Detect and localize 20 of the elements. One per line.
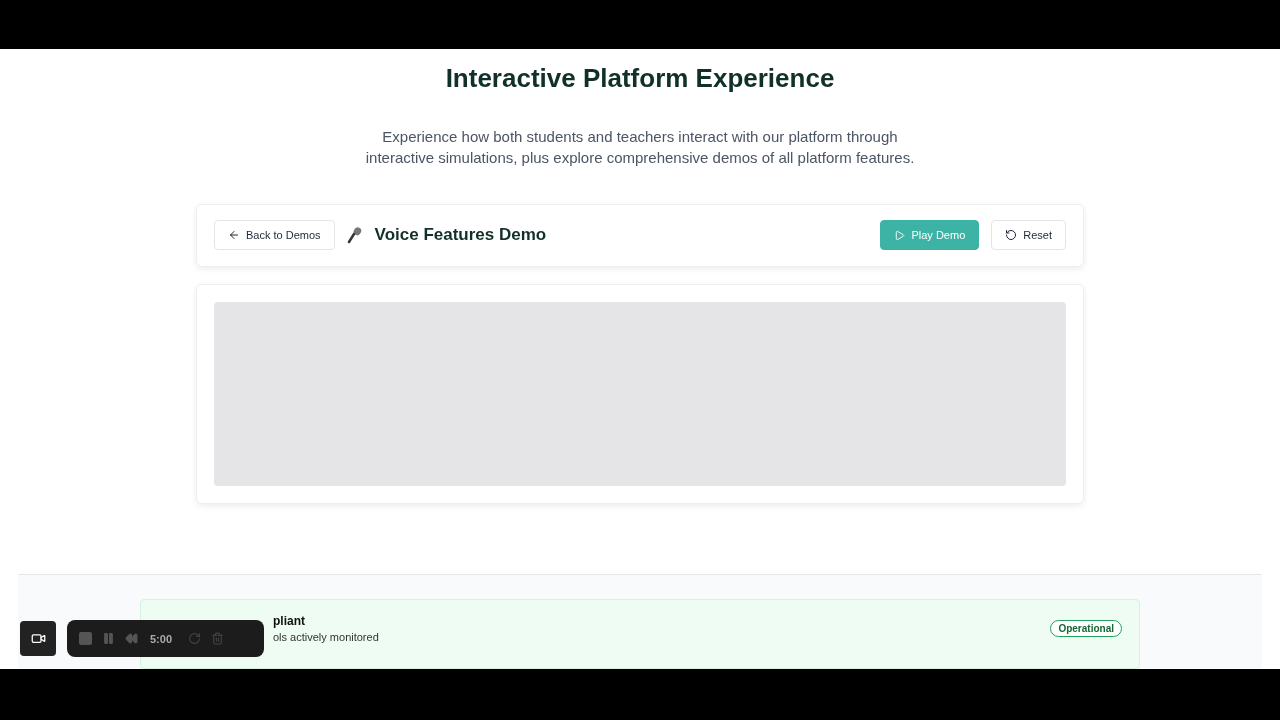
camera-button[interactable] [20, 621, 56, 656]
reset-icon [1005, 229, 1018, 242]
video-camera-icon [30, 631, 46, 646]
play-icon [894, 229, 906, 241]
page-heading: Interactive Platform Experience [445, 63, 835, 94]
status-title: pliant [273, 614, 306, 628]
microphone-icon [346, 226, 363, 245]
restart-icon[interactable] [188, 632, 202, 645]
rewind-icon[interactable] [125, 632, 138, 645]
arrow-left-icon [228, 229, 240, 242]
intro-text: Experience how both students and teachers interact with our platform through interactive simulations, plus explore comprehensive demos of all platform features. [364, 127, 916, 168]
back-button[interactable]: Back to Demos [214, 220, 335, 251]
demo-title: Voice Features Demo [374, 225, 547, 246]
pause-icon[interactable] [102, 632, 115, 645]
recording-time: 5:00 [150, 632, 173, 645]
status-badge: Operational [1050, 620, 1122, 637]
trash-icon[interactable] [211, 632, 225, 645]
reset-button[interactable]: Reset [991, 220, 1066, 251]
stop-icon[interactable] [79, 632, 92, 645]
status-subtitle: ols actively monitored [273, 631, 379, 643]
